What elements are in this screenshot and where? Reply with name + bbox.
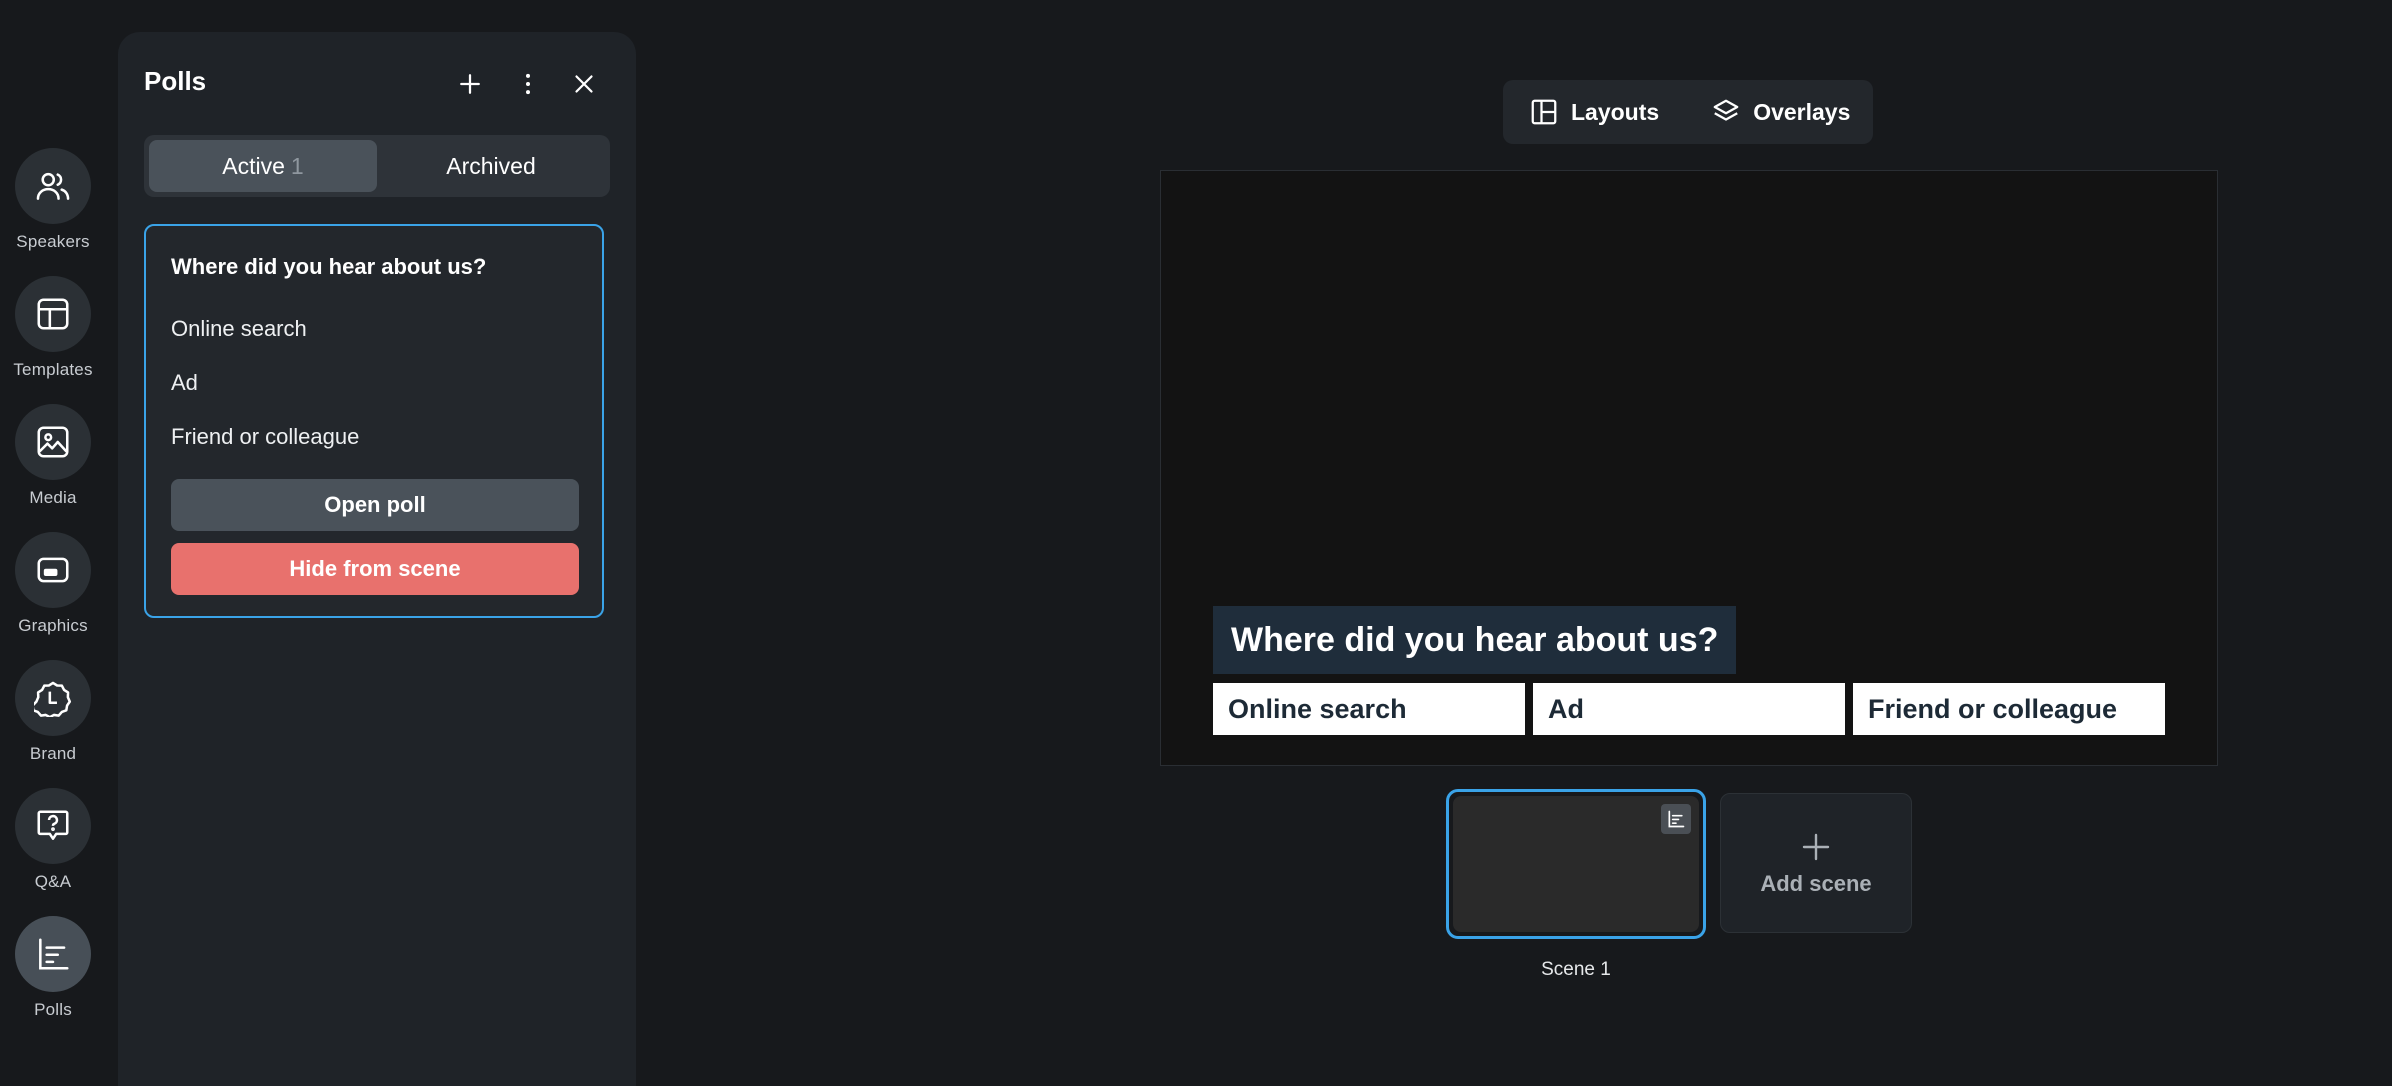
rail-button[interactable] — [15, 788, 91, 864]
overlay-poll-option: Ad — [1533, 683, 1845, 735]
add-scene-button[interactable]: Add scene — [1720, 793, 1912, 933]
qa-icon — [37, 810, 69, 840]
overlay-poll-option: Friend or colleague — [1853, 683, 2165, 735]
overlay-poll-option: Online search — [1213, 683, 1525, 735]
speakers-icon — [36, 172, 70, 200]
tab-active-label: Active — [222, 152, 285, 179]
rail-button[interactable] — [15, 404, 91, 480]
rail-label-media: Media — [29, 488, 77, 507]
poll-tabs: Active 1 Archived — [144, 135, 610, 197]
tab-active[interactable]: Active 1 — [149, 140, 377, 192]
overlay-poll-question: Where did you hear about us? — [1213, 606, 1737, 674]
rail-label-polls: Polls — [34, 1000, 72, 1019]
rail-item-graphics[interactable]: Graphics — [0, 532, 106, 636]
tab-active-count: 1 — [290, 152, 304, 179]
rail-label-brand: Brand — [29, 744, 77, 763]
tab-archived[interactable]: Archived — [377, 140, 605, 192]
media-icon — [37, 426, 69, 458]
stage-toolbar: Layouts Overlays — [1503, 80, 1873, 144]
rail-button[interactable] — [15, 276, 91, 352]
more-options-button[interactable] — [508, 64, 548, 104]
add-poll-button[interactable] — [450, 64, 490, 104]
graphics-icon — [37, 557, 69, 583]
kebab-menu-icon — [526, 73, 530, 95]
brand-icon — [34, 681, 72, 717]
overlays-label: Overlays — [1753, 98, 1851, 125]
rail-item-templates[interactable]: Templates — [0, 276, 106, 380]
hide-from-scene-button[interactable]: Hide from scene — [171, 543, 579, 595]
overlays-button[interactable]: Overlays — [1685, 80, 1876, 144]
close-panel-button[interactable] — [564, 64, 604, 104]
polls-icon — [39, 938, 69, 970]
rail-item-brand[interactable]: Brand — [0, 660, 106, 764]
poll-badge — [1661, 804, 1691, 834]
rail-label-speakers: Speakers — [16, 232, 90, 251]
layouts-button[interactable]: Layouts — [1503, 80, 1685, 144]
poll-question: Where did you hear about us? — [171, 254, 487, 279]
left-rail: Speakers Templates Media Graphics Brand … — [0, 0, 118, 1086]
polls-panel: Polls Active 1 Archived Where did you he… — [118, 32, 636, 1086]
poll-option: Online search — [171, 316, 307, 341]
rail-label-qa: Q&A — [34, 872, 72, 891]
scene-preview — [1453, 796, 1699, 932]
open-poll-button[interactable]: Open poll — [171, 479, 579, 531]
rail-item-media[interactable]: Media — [0, 404, 106, 508]
scene-label: Scene 1 — [1541, 959, 1611, 980]
plus-icon — [1802, 833, 1830, 861]
scene-thumbnail[interactable] — [1446, 789, 1706, 939]
add-scene-label: Add scene — [1760, 871, 1872, 896]
layouts-label: Layouts — [1571, 98, 1660, 125]
poll-card[interactable]: Where did you hear about us? Online sear… — [144, 224, 604, 618]
rail-label-graphics: Graphics — [18, 616, 88, 635]
rail-item-qa[interactable]: Q&A — [0, 788, 106, 892]
rail-button[interactable] — [15, 660, 91, 736]
layouts-icon — [1531, 99, 1557, 125]
templates-icon — [37, 298, 69, 330]
rail-item-polls[interactable]: Polls — [0, 916, 106, 1020]
rail-button[interactable] — [15, 532, 91, 608]
panel-title: Polls — [144, 66, 207, 96]
rail-label-templates: Templates — [13, 360, 93, 379]
poll-option: Ad — [171, 370, 198, 395]
stage-preview: Where did you hear about us? Online sear… — [1160, 170, 2218, 766]
plus-icon — [460, 74, 480, 94]
rail-button[interactable] — [15, 916, 91, 992]
poll-option: Friend or colleague — [171, 424, 360, 449]
rail-item-speakers[interactable]: Speakers — [0, 148, 106, 252]
layers-icon — [1713, 99, 1739, 121]
tab-archived-label: Archived — [446, 152, 536, 179]
close-icon — [575, 75, 593, 93]
polls-icon — [1668, 810, 1685, 828]
app-root: Speakers Templates Media Graphics Brand … — [0, 0, 2392, 1086]
rail-button[interactable] — [15, 148, 91, 224]
